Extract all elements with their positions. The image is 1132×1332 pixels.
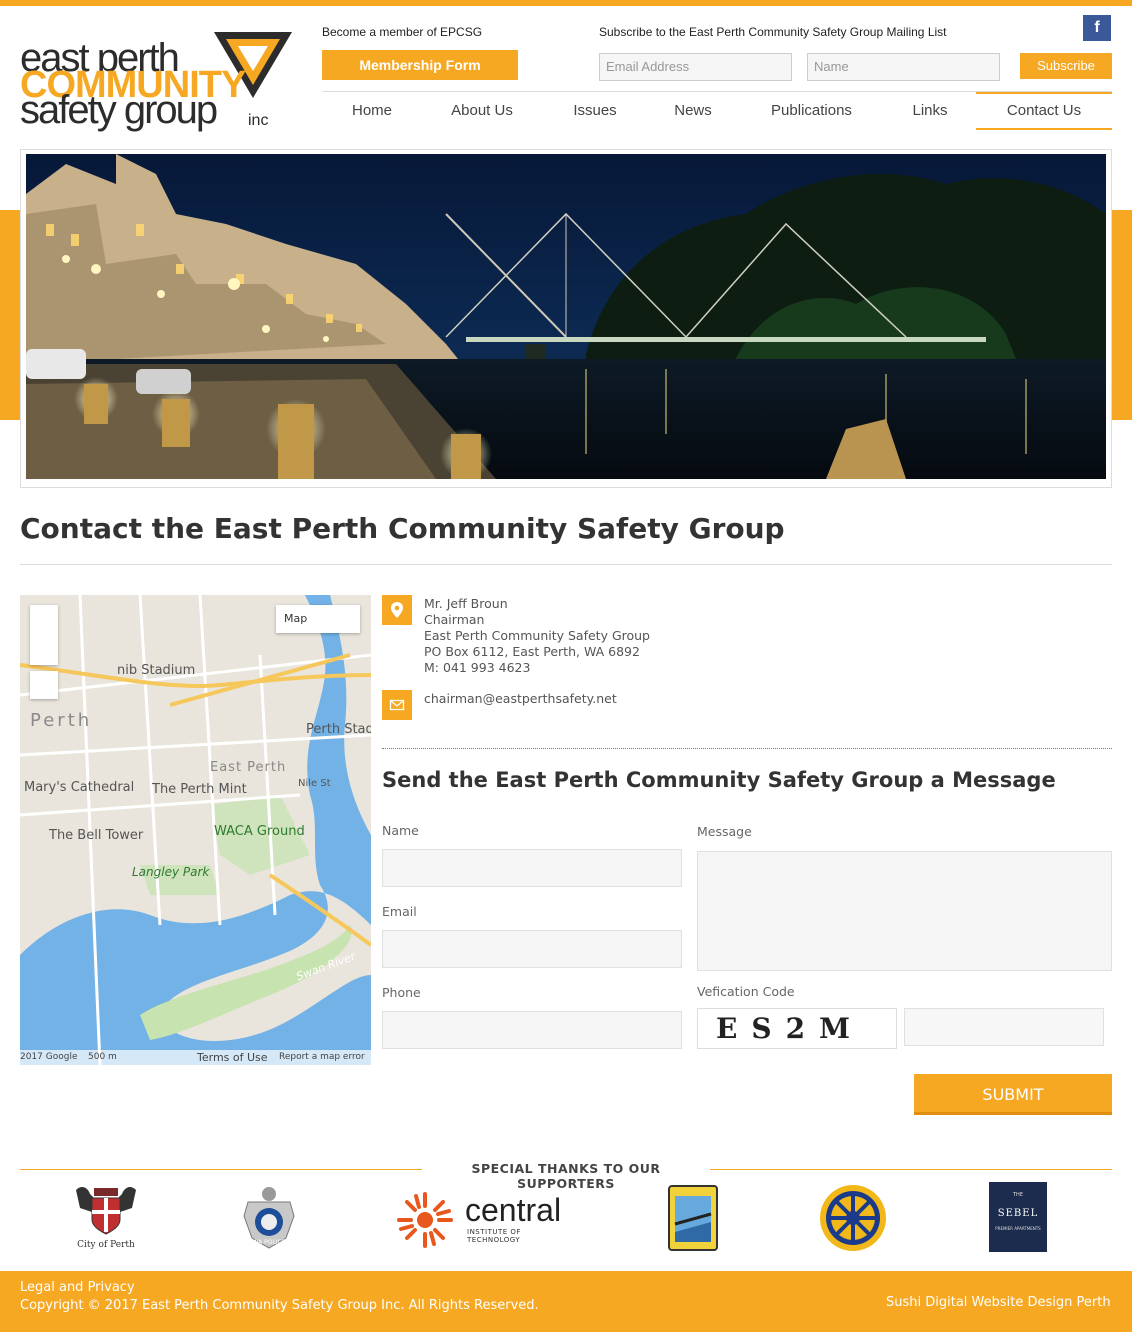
supporters-rule-left [20,1169,422,1170]
nav-contact-us[interactable]: Contact Us [976,92,1112,130]
city-of-perth-logo[interactable]: City of Perth [66,1182,146,1254]
nav-publications[interactable]: Publications [754,92,869,130]
name-label: Name [382,823,419,838]
top-accent-strip [0,0,1132,6]
map-label-perth: Perth [30,710,93,731]
message-label: Message [697,824,752,839]
captcha-image: ES2M [697,1008,897,1049]
subscribe-button[interactable]: Subscribe [1020,53,1112,79]
contact-email-link[interactable]: chairman@eastperthsafety.net [424,691,617,707]
email-field[interactable] [382,930,682,968]
subscribe-name-input[interactable]: Name [807,53,1000,81]
banner-image [26,154,1106,479]
message-textarea[interactable] [697,851,1112,971]
city-of-perth-text: City of Perth [77,1240,135,1250]
map-label-marys-cathedral: Mary's Cathedral [24,780,135,795]
sebel-top-text: THE [1013,1192,1023,1198]
form-title: Send the East Perth Community Safety Gro… [382,768,1056,792]
map-label-perth-mint: The Perth Mint [152,782,247,797]
nav-about-us[interactable]: About Us [432,92,532,130]
subscribe-email-input[interactable]: Email Address [599,53,792,81]
contact-address: PO Box 6112, East Perth, WA 6892 [424,644,640,659]
map-label-east-perth: East Perth [210,760,287,775]
contact-org: East Perth Community Safety Group [424,628,650,643]
google-map[interactable]: nib Stadium Perth Perth Stad East Perth … [20,595,371,1065]
map-label-perth-stadium: Perth Stad [306,722,371,737]
nav-issues[interactable]: Issues [550,92,640,130]
map-label-bell-tower: The Bell Tower [49,828,144,843]
main-nav: Home About Us Issues News Publications L… [322,92,1112,130]
sebel-logo[interactable]: THE SEBEL PREMIER APARTMENTS [989,1182,1047,1252]
supporters-rule-right [710,1169,1112,1170]
facebook-icon[interactable]: f [1083,15,1111,41]
contact-address-block: Mr. Jeff Broun Chairman East Perth Commu… [424,596,650,676]
phone-field[interactable] [382,1011,682,1049]
phone-label: Phone [382,985,421,1000]
rowing-club-logo[interactable] [667,1182,719,1254]
map-footer: 2017 Google 500 m Terms of Use Report a … [20,1050,371,1065]
verification-code-field[interactable] [904,1008,1104,1046]
subscribe-prompt: Subscribe to the East Perth Community Sa… [599,25,947,39]
map-label-langley-park: Langley Park [132,865,210,879]
map-report-link[interactable]: Report a map error [279,1052,365,1062]
map-attribution: 2017 Google [20,1052,78,1062]
name-field[interactable] [382,849,682,887]
member-prompt: Become a member of EPCSG [322,25,483,39]
membership-form-button[interactable]: Membership Form [322,50,518,80]
rotary-international-logo[interactable] [818,1182,888,1254]
contact-divider [382,748,1112,749]
central-institute-logo[interactable]: central INSTITUTE OF TECHNOLOGY [395,1182,570,1254]
contact-mobile: M: 041 993 4623 [424,660,531,675]
nav-news[interactable]: News [652,92,734,130]
map-label-waca: WACA Ground [214,824,305,839]
designer-credit-link[interactable]: Sushi Digital Website Design Perth [886,1295,1111,1310]
contact-name: Mr. Jeff Broun [424,596,508,611]
central-subtitle: INSTITUTE OF TECHNOLOGY [467,1228,521,1244]
nav-links[interactable]: Links [890,92,970,130]
map-street-view-button[interactable] [30,671,58,699]
contact-role: Chairman [424,612,485,627]
title-divider [20,564,1112,565]
map-terms-link[interactable]: Terms of Use [197,1051,268,1064]
logo-line-3: safety group [20,88,218,132]
map-type-button[interactable]: Map [276,605,360,633]
sebel-name: SEBEL [997,1208,1039,1219]
wa-police-logo[interactable]: WA POLICE [240,1182,298,1254]
page-title: Contact the East Perth Community Safety … [20,512,785,545]
submit-button[interactable]: SUBMIT [914,1074,1112,1115]
footer: Legal and Privacy Copyright © 2017 East … [0,1271,1132,1332]
nav-home[interactable]: Home [322,92,422,130]
wa-police-text: WA POLICE [252,1239,286,1246]
map-zoom-control[interactable] [30,605,58,665]
map-scale: 500 m [88,1052,117,1062]
logo-suffix: inc [248,112,269,129]
email-label: Email [382,904,417,919]
map-label-nib-stadium: nib Stadium [117,663,196,678]
central-name: central [465,1192,562,1228]
site-logo[interactable]: east perth COMMUNITY safety group inc [20,28,292,138]
sebel-subtitle: PREMIER APARTMENTS [995,1226,1041,1231]
envelope-icon [382,690,412,720]
verification-label: Vefication Code [697,984,795,999]
map-label-nile-st: Nile St [298,778,331,789]
location-pin-icon [382,595,412,625]
copyright-text: Copyright © 2017 East Perth Community Sa… [20,1298,539,1313]
legal-privacy-link[interactable]: Legal and Privacy [20,1280,135,1295]
